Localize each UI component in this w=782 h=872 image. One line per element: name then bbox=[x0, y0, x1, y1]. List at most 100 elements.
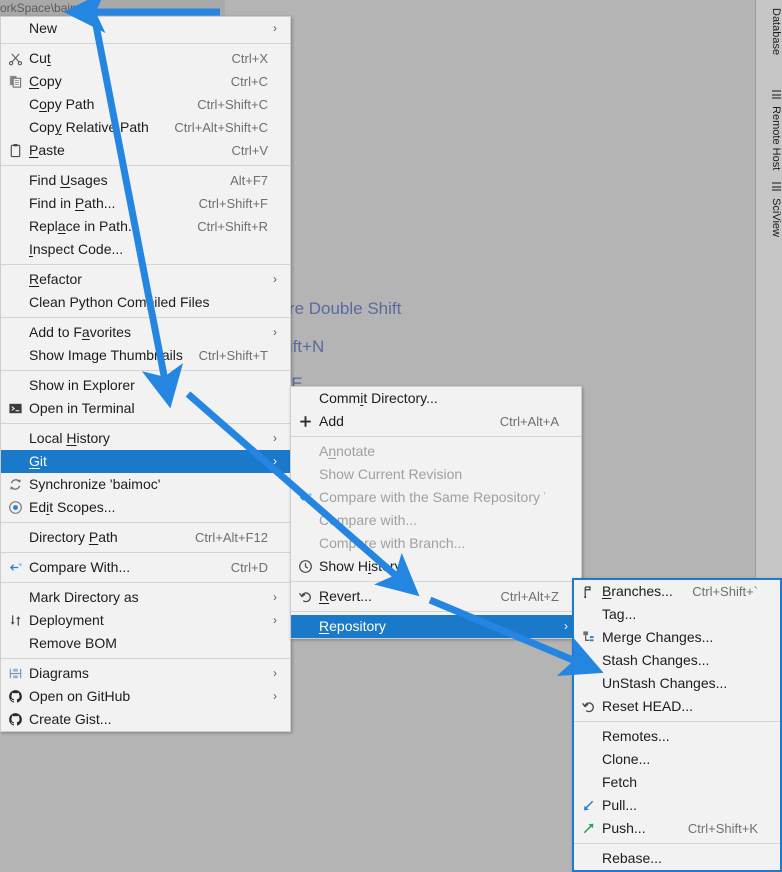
menu-item-mark-directory-as[interactable]: Mark Directory as › bbox=[1, 586, 290, 609]
menu-item-pull[interactable]: Pull... bbox=[574, 794, 780, 817]
menu-item-add-to-favorites[interactable]: Add to Favorites › bbox=[1, 321, 290, 344]
revert-icon bbox=[291, 585, 319, 608]
menu-item-create-gist[interactable]: Create Gist... bbox=[1, 708, 290, 731]
github-icon bbox=[1, 708, 29, 731]
tool-button-sciview[interactable]: SciView bbox=[756, 176, 782, 237]
menu-item-deployment[interactable]: Deployment › bbox=[1, 609, 290, 632]
clock-icon bbox=[291, 555, 319, 578]
menu-item-annotate[interactable]: Annotate bbox=[291, 440, 581, 463]
menu-item-tag[interactable]: Tag... bbox=[574, 603, 780, 626]
tool-button-remote-host[interactable]: Remote Host bbox=[756, 84, 782, 170]
menu-item-compare-with-the-same-repository-version[interactable]: Compare with the Same Repository Version bbox=[291, 486, 581, 509]
menu-item-open-on-github[interactable]: Open on GitHub › bbox=[1, 685, 290, 708]
github-icon bbox=[1, 685, 29, 708]
menu-item-label: Copy Path bbox=[29, 96, 95, 112]
menu-item-local-history[interactable]: Local History › bbox=[1, 427, 290, 450]
menu-item-directory-path[interactable]: Directory Path Ctrl+Alt+F12 bbox=[1, 526, 290, 549]
menu-item-icon-slot bbox=[1, 586, 29, 609]
menu-item-repository[interactable]: Repository › bbox=[291, 615, 581, 638]
menu-item-copy-relative-path[interactable]: Copy Relative Path Ctrl+Alt+Shift+C bbox=[1, 116, 290, 139]
menu-item-add[interactable]: Add Ctrl+Alt+A bbox=[291, 410, 581, 433]
menu-item-icon-slot bbox=[1, 192, 29, 215]
menu-separator bbox=[1, 552, 290, 553]
menu-item-copy[interactable]: Copy Ctrl+C bbox=[1, 70, 290, 93]
menu-item-label: Show History bbox=[319, 558, 402, 574]
menu-item-revert[interactable]: Revert... Ctrl+Alt+Z bbox=[291, 585, 581, 608]
menu-item-edit-scopes[interactable]: Edit Scopes... bbox=[1, 496, 290, 519]
menu-separator bbox=[1, 522, 290, 523]
menu-item-new[interactable]: New › bbox=[1, 17, 290, 40]
deployment-icon bbox=[1, 609, 29, 632]
menu-item-label: Paste bbox=[29, 142, 65, 158]
menu-item-shortcut: Ctrl+X bbox=[231, 51, 268, 66]
menu-item-label: UnStash Changes... bbox=[602, 675, 728, 691]
menu-item-label: Show in Explorer bbox=[29, 377, 135, 393]
menu-item-show-image-thumbnails[interactable]: Show Image Thumbnails Ctrl+Shift+T bbox=[1, 344, 290, 367]
menu-item-show-history[interactable]: Show History bbox=[291, 555, 581, 578]
repository-submenu[interactable]: Branches... Ctrl+Shift+` Tag... Merge Chang… bbox=[572, 578, 782, 872]
menu-item-icon-slot bbox=[1, 450, 29, 473]
compare-icon bbox=[1, 556, 29, 579]
menu-item-replace-in-path[interactable]: Replace in Path... Ctrl+Shift+R bbox=[1, 215, 290, 238]
menu-item-label: Add to Favorites bbox=[29, 324, 131, 340]
branch-icon bbox=[574, 580, 602, 603]
menu-item-label: Directory Path bbox=[29, 529, 118, 545]
menu-item-push[interactable]: Push... Ctrl+Shift+K bbox=[574, 817, 780, 840]
menu-item-find-in-path[interactable]: Find in Path... Ctrl+Shift+F bbox=[1, 192, 290, 215]
menu-item-label: Cut bbox=[29, 50, 51, 66]
menu-item-open-in-terminal[interactable]: Open in Terminal bbox=[1, 397, 290, 420]
menu-separator bbox=[1, 43, 290, 44]
menu-item-remotes[interactable]: Remotes... bbox=[574, 725, 780, 748]
scope-icon bbox=[1, 496, 29, 519]
menu-item-icon-slot bbox=[1, 116, 29, 139]
menu-item-label: Clean Python Compiled Files bbox=[29, 294, 210, 310]
menu-item-unstash-changes[interactable]: UnStash Changes... bbox=[574, 672, 780, 695]
menu-item-label: Stash Changes... bbox=[602, 652, 710, 668]
menu-item-cut[interactable]: Cut Ctrl+X bbox=[1, 47, 290, 70]
tool-button-label: SciView bbox=[770, 198, 782, 237]
menu-item-clean-python-compiled-files[interactable]: Clean Python Compiled Files bbox=[1, 291, 290, 314]
menu-item-show-in-explorer[interactable]: Show in Explorer bbox=[1, 374, 290, 397]
menu-item-icon-slot bbox=[1, 268, 29, 291]
menu-item-remove-bom[interactable]: Remove BOM bbox=[1, 632, 290, 655]
menu-item-paste[interactable]: Paste Ctrl+V bbox=[1, 139, 290, 162]
menu-item-rebase[interactable]: Rebase... bbox=[574, 847, 780, 870]
menu-item-icon-slot bbox=[1, 526, 29, 549]
menu-item-show-current-revision[interactable]: Show Current Revision bbox=[291, 463, 581, 486]
git-submenu[interactable]: Commit Directory... Add Ctrl+Alt+A Annotate… bbox=[290, 386, 582, 639]
menu-item-branches[interactable]: Branches... Ctrl+Shift+` bbox=[574, 580, 780, 603]
menu-item-commit-directory[interactable]: Commit Directory... bbox=[291, 387, 581, 410]
menu-item-compare-with[interactable]: Compare with... bbox=[291, 509, 581, 532]
menu-item-git[interactable]: Git › bbox=[1, 450, 290, 473]
menu-item-synchronize-baimoc[interactable]: Synchronize 'baimoc' bbox=[1, 473, 290, 496]
menu-item-inspect-code[interactable]: Inspect Code... bbox=[1, 238, 290, 261]
menu-item-compare-with[interactable]: Compare With... Ctrl+D bbox=[1, 556, 290, 579]
tool-button-database[interactable]: Database bbox=[756, 2, 782, 55]
breadcrumb: orkSpace\baimoc bbox=[0, 0, 225, 16]
menu-item-shortcut: Ctrl+Alt+Z bbox=[500, 589, 559, 604]
menu-item-icon-slot bbox=[291, 440, 319, 463]
chevron-right-icon: › bbox=[273, 431, 277, 445]
menu-item-stash-changes[interactable]: Stash Changes... bbox=[574, 649, 780, 672]
menu-item-shortcut: Ctrl+Shift+` bbox=[692, 584, 758, 599]
menu-item-refactor[interactable]: Refactor › bbox=[1, 268, 290, 291]
menu-item-label: Pull... bbox=[602, 797, 638, 813]
menu-item-reset-head[interactable]: Reset HEAD... bbox=[574, 695, 780, 718]
menu-item-diagrams[interactable]: Diagrams › bbox=[1, 662, 290, 685]
menu-item-fetch[interactable]: Fetch bbox=[574, 771, 780, 794]
menu-item-label: New bbox=[29, 20, 58, 36]
push-icon bbox=[574, 817, 602, 840]
refresh-icon bbox=[1, 473, 29, 496]
menu-item-icon-slot bbox=[1, 215, 29, 238]
menu-item-copy-path[interactable]: Copy Path Ctrl+Shift+C bbox=[1, 93, 290, 116]
menu-item-compare-with-branch[interactable]: Compare with Branch... bbox=[291, 532, 581, 555]
chevron-right-icon: › bbox=[273, 454, 277, 468]
menu-item-icon-slot bbox=[574, 649, 602, 672]
project-context-menu[interactable]: New › Cut Ctrl+X Copy Ctrl+C Copy Path Ctrl+Shi… bbox=[0, 16, 291, 732]
menu-item-find-usages[interactable]: Find Usages Alt+F7 bbox=[1, 169, 290, 192]
menu-item-clone[interactable]: Clone... bbox=[574, 748, 780, 771]
menu-item-label: Commit Directory... bbox=[319, 390, 438, 406]
menu-item-label: Mark Directory as bbox=[29, 589, 139, 605]
menu-item-merge-changes[interactable]: Merge Changes... bbox=[574, 626, 780, 649]
menu-item-icon-slot bbox=[574, 603, 602, 626]
